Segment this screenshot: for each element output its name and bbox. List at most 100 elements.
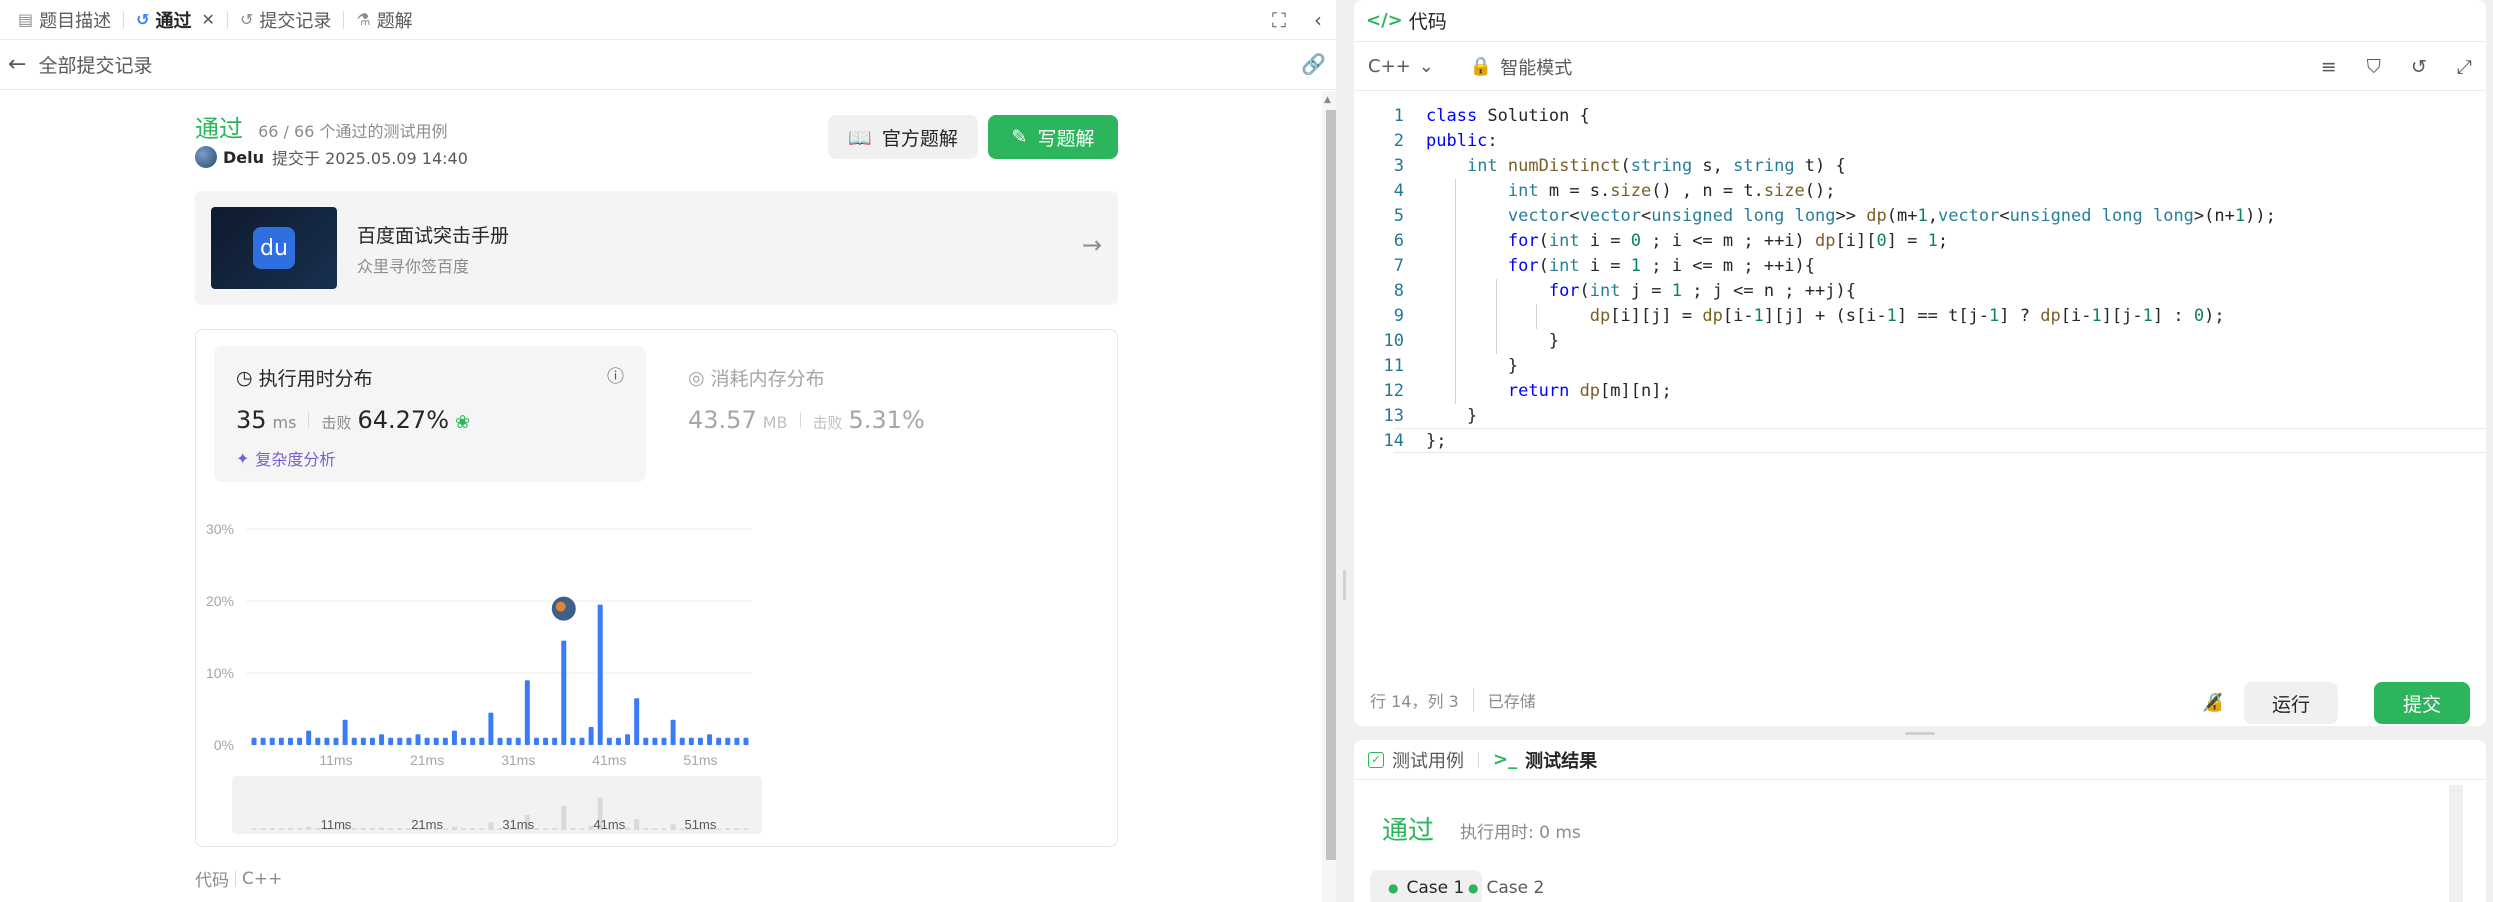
expand-icon[interactable]: ⛶: [1272, 8, 1286, 32]
app: ▤ 题目描述 ↺ 通过 ✕ ↺ 提交记录 ⚗ 题解 ⛶ ‹ ← 全部提交记录 🔗…: [0, 0, 2493, 902]
smart-mode-toggle[interactable]: 🔒 智能模式: [1470, 54, 1572, 80]
fullscreen-icon[interactable]: ⤢: [2457, 56, 2472, 78]
overview-bar: [533, 828, 539, 830]
chart-bar: [725, 737, 731, 745]
overview-bar: [388, 828, 394, 830]
y-tick-label: 20%: [206, 593, 234, 609]
lock-icon[interactable]: 🔏: [2202, 692, 2224, 713]
tab-solutions[interactable]: ⚗ 题解: [348, 0, 420, 40]
overview-bar: [251, 828, 257, 830]
status-row: 通过 66 / 66 个通过的测试用例: [195, 109, 447, 144]
overview-bar: [570, 828, 576, 830]
chart-bar: [379, 734, 385, 745]
overview-bar: [552, 828, 558, 830]
chart-bar: [716, 737, 722, 745]
overview-bar: [278, 828, 284, 830]
chart-bar: [670, 719, 676, 745]
scrollbar-track[interactable]: [2449, 785, 2463, 902]
runtime-beat-pct: 64.27%: [357, 406, 449, 434]
scrollbar-thumb[interactable]: [1326, 110, 1336, 860]
link-icon[interactable]: 🔗: [1301, 52, 1326, 76]
overview-bar: [351, 828, 357, 830]
chart-bar: [488, 712, 494, 745]
overview-bar: [643, 828, 649, 830]
line-number: 7: [1393, 256, 1404, 276]
promo-image: du: [211, 207, 337, 289]
overview-bar: [479, 828, 485, 830]
tab-submissions[interactable]: ↺ 提交记录: [232, 0, 339, 40]
official-solution-button[interactable]: 📖 官方题解: [828, 115, 978, 159]
run-button[interactable]: 运行: [2244, 682, 2338, 724]
badge-icon: ❀: [455, 412, 471, 433]
indent-guide: [1454, 329, 1456, 354]
reset-icon[interactable]: ↺: [2411, 56, 2427, 78]
chart-bar: [597, 604, 603, 745]
chart-bar: [333, 737, 339, 745]
overview-bar: [734, 828, 740, 830]
indent-guide: [1536, 304, 1538, 329]
tab-testcases[interactable]: 测试用例: [1392, 747, 1464, 773]
close-icon[interactable]: ✕: [202, 10, 215, 29]
runtime-card[interactable]: ◷ 执行用时分布 ⓘ 35 ms 击败 64.27% ❀ ✦ 复杂度分析: [214, 346, 646, 482]
sparkle-icon: ✦: [236, 448, 250, 468]
overview-bar: [297, 828, 303, 830]
overview-bar: [397, 828, 403, 830]
tab-test-result[interactable]: 测试结果: [1525, 747, 1597, 773]
author-name[interactable]: Delu: [223, 148, 264, 167]
resize-handle[interactable]: [1343, 570, 1346, 600]
case-2-button[interactable]: ● Case 2: [1450, 870, 1562, 902]
chart-bar: [679, 737, 685, 745]
memory-card[interactable]: ◎ 消耗内存分布 43.57 MB 击败 5.31%: [666, 346, 1098, 482]
edit-icon: ✎: [1011, 126, 1028, 148]
chart-bar: [643, 737, 649, 745]
submit-button[interactable]: 提交: [2374, 682, 2470, 724]
chevron-left-icon[interactable]: ‹: [1314, 8, 1322, 32]
chart-bar: [315, 737, 321, 745]
result-time: 执行用时: 0 ms: [1460, 823, 1581, 843]
complexity-analysis-link[interactable]: ✦ 复杂度分析: [236, 446, 335, 470]
language-select[interactable]: C++ ⌄: [1368, 56, 1434, 77]
promo-subtitle: 众里寻你签百度: [357, 257, 470, 276]
panel-resizer[interactable]: [1336, 0, 1354, 902]
code-icon: </>: [1366, 10, 1403, 31]
info-icon[interactable]: ⓘ: [607, 362, 624, 387]
tab-accepted[interactable]: ↺ 通过 ✕: [128, 0, 223, 40]
chart-bar: [388, 737, 394, 745]
avatar-detail: [555, 601, 566, 612]
passed-cases: 66 / 66 个通过的测试用例: [258, 122, 448, 141]
chart-bar: [260, 737, 266, 745]
bookmark-icon[interactable]: ⛉: [2367, 56, 2381, 78]
resize-handle[interactable]: [1905, 732, 1935, 735]
editor-title: 代码: [1408, 11, 1447, 33]
code-line-text: int numDistinct(string s, string t) {: [1466, 156, 1846, 176]
format-icon[interactable]: ≡: [2321, 56, 2337, 78]
overview-bar: [488, 822, 494, 830]
runtime-distribution-chart[interactable]: 30% 20% 10% 0% 11ms 21ms 31ms 41ms 51ms 11ms 21ms 3…: [196, 500, 1119, 840]
overview-bar: [287, 828, 293, 830]
code-editor[interactable]: 1 class Solution {2 public: 3 int numDistin…: [1354, 92, 2486, 662]
checkbox-icon: ✓: [1368, 751, 1384, 768]
divider: [1478, 751, 1479, 768]
overview-bar: [470, 828, 476, 830]
promo-title: 百度面试突击手册: [357, 225, 510, 247]
line-number: 5: [1393, 206, 1404, 226]
scroll-up-icon[interactable]: ▲: [1324, 95, 1331, 105]
write-solution-button[interactable]: ✎ 写题解: [988, 115, 1118, 159]
memory-value-row: 43.57 MB 击败 5.31%: [688, 406, 925, 434]
runtime-unit: ms: [272, 413, 297, 432]
arrow-left-icon[interactable]: ←: [8, 52, 26, 77]
memory-title: ◎ 消耗内存分布: [688, 366, 825, 391]
code-line-text: int m = s.size() , n = t.size();: [1507, 181, 1836, 201]
tab-description[interactable]: ▤ 题目描述: [10, 0, 119, 40]
avatar[interactable]: [195, 146, 217, 168]
chart-bar: [579, 737, 585, 745]
y-tick-label: 10%: [206, 665, 234, 681]
flask-icon: ⚗: [356, 10, 371, 29]
chart-bar: [515, 737, 521, 745]
promo-banner[interactable]: du 百度面试突击手册 众里寻你签百度 →: [195, 191, 1118, 305]
back-link[interactable]: 全部提交记录: [38, 51, 152, 78]
code-label: 代码: [195, 871, 229, 891]
chart-bar: [306, 730, 312, 745]
indent-guide: [1454, 304, 1456, 329]
overview-bar: [379, 827, 385, 830]
